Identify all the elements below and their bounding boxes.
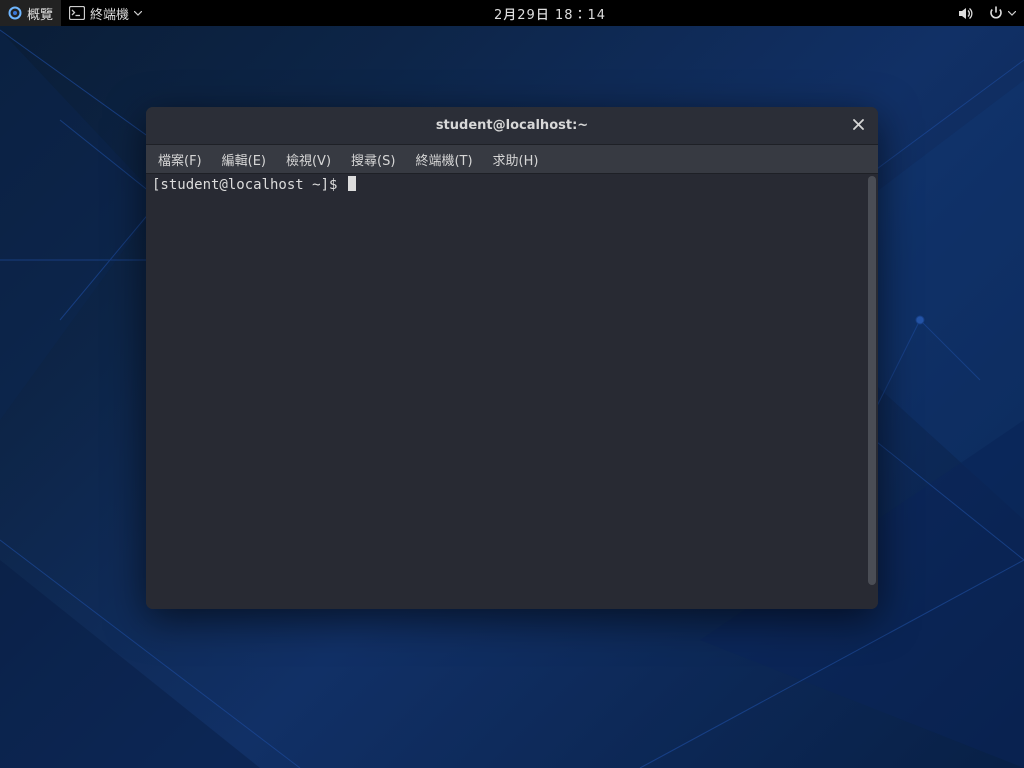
text-cursor [348, 176, 356, 191]
scrollbar-vertical[interactable] [868, 176, 876, 585]
shell-prompt: [student@localhost ~]$ [152, 177, 346, 193]
window-titlebar[interactable]: student@localhost:~ [146, 107, 878, 144]
gnome-top-panel: 概覽 終端機 2月29日 18：14 [0, 0, 1024, 26]
terminal-window: student@localhost:~ 檔案(F) 編輯(E) 檢視(V) 搜尋… [146, 107, 878, 609]
chevron-down-icon [134, 11, 142, 16]
terminal-icon [69, 6, 85, 20]
clock-button[interactable]: 2月29日 18：14 [486, 0, 614, 26]
chevron-down-icon [1008, 11, 1016, 16]
activities-label: 概覽 [27, 4, 53, 23]
system-menu-button[interactable] [981, 0, 1024, 26]
terminal-menubar: 檔案(F) 編輯(E) 檢視(V) 搜尋(S) 終端機(T) 求助(H) [146, 144, 878, 174]
menu-file[interactable]: 檔案(F) [146, 145, 212, 173]
menu-edit[interactable]: 編輯(E) [212, 145, 276, 173]
window-close-button[interactable] [848, 116, 868, 136]
volume-icon [958, 7, 973, 20]
window-title: student@localhost:~ [436, 118, 588, 133]
power-icon [989, 6, 1003, 20]
app-menu-label: 終端機 [90, 4, 129, 23]
clock-label: 2月29日 18：14 [494, 4, 606, 23]
activities-button[interactable]: 概覽 [0, 0, 61, 26]
terminal-viewport[interactable]: [student@localhost ~]$ [146, 174, 878, 609]
activities-icon [8, 6, 22, 20]
menu-view[interactable]: 檢視(V) [276, 145, 341, 173]
sound-indicator[interactable] [950, 0, 981, 26]
app-menu-button[interactable]: 終端機 [61, 0, 150, 26]
close-icon [853, 118, 864, 134]
menu-search[interactable]: 搜尋(S) [341, 145, 405, 173]
menu-terminal[interactable]: 終端機(T) [405, 145, 482, 173]
menu-help[interactable]: 求助(H) [483, 145, 549, 173]
